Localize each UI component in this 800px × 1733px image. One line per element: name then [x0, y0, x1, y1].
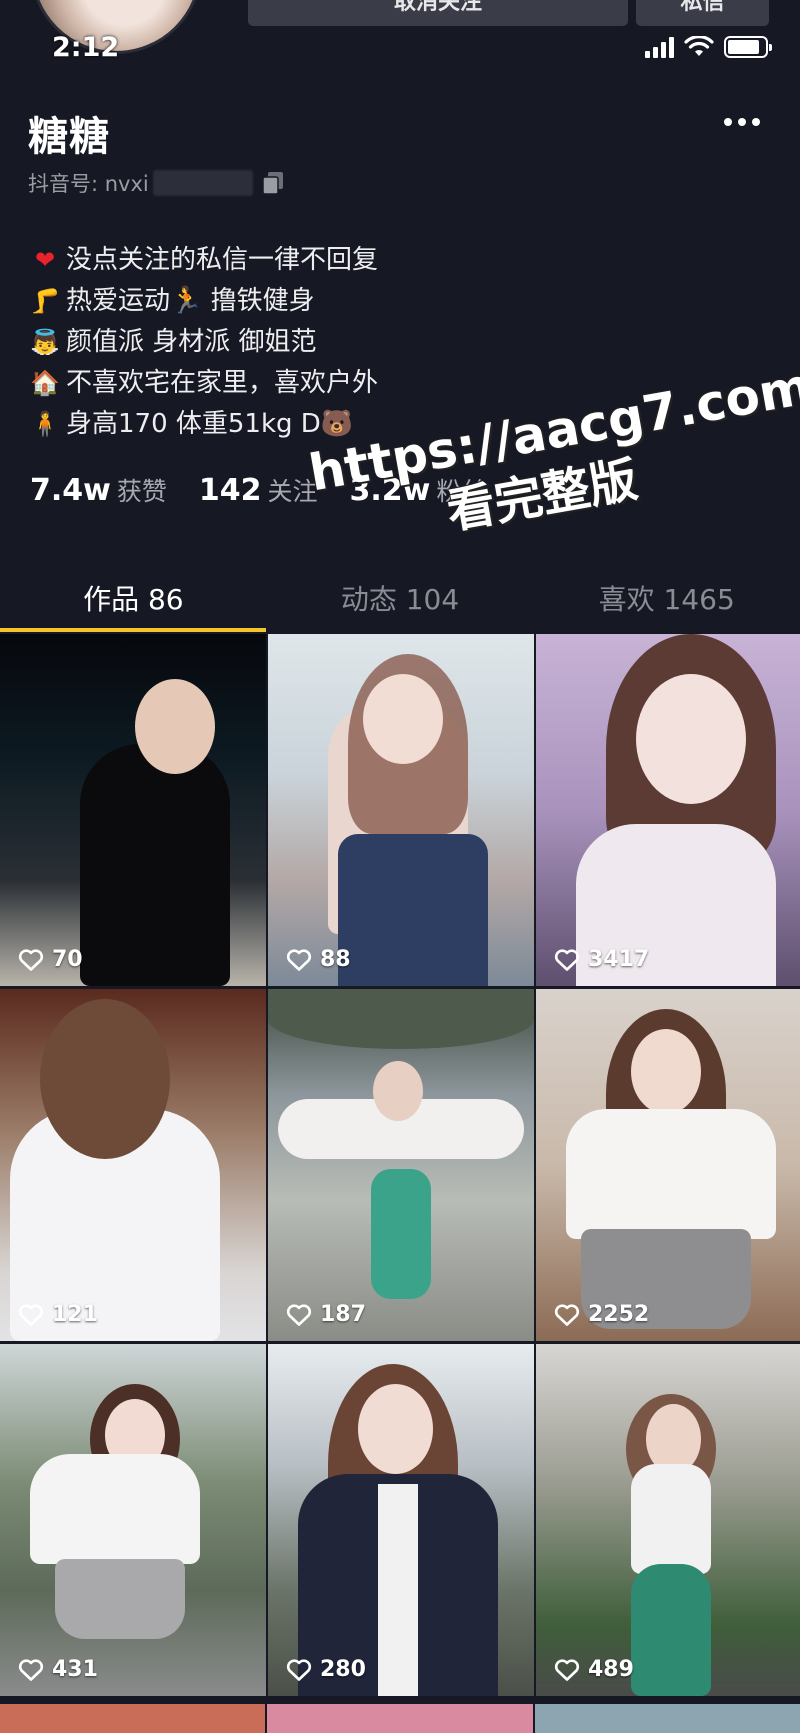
- like-count-row: 280: [286, 1657, 366, 1682]
- like-count: 187: [320, 1302, 366, 1327]
- stat-value: 142: [198, 473, 262, 508]
- heart-outline-icon: [554, 1658, 580, 1681]
- video-thumbnail-partial[interactable]: [267, 1704, 533, 1733]
- like-count-row: 2252: [554, 1302, 649, 1327]
- stat-likes[interactable]: 7.4w 获赞: [30, 472, 167, 508]
- video-thumbnail[interactable]: 2252: [536, 989, 800, 1341]
- bio-text: 不喜欢宅在家里，喜欢户外: [66, 368, 379, 398]
- video-thumbnail[interactable]: 187: [268, 989, 534, 1341]
- like-count-row: 489: [554, 1657, 634, 1682]
- stat-label: 粉丝: [436, 477, 487, 506]
- tab-works[interactable]: 作品 86: [0, 570, 267, 630]
- tab-likes[interactable]: 喜欢 1465: [533, 570, 800, 630]
- bio-text: 热爱运动🏃 撸铁健身: [66, 286, 315, 316]
- stat-value: 7.4w: [30, 473, 111, 508]
- message-button[interactable]: 私信: [636, 0, 769, 26]
- video-thumbnail[interactable]: 3417: [536, 634, 800, 986]
- like-count: 88: [320, 947, 351, 972]
- video-thumbnail[interactable]: 70: [0, 634, 266, 986]
- bio-line: 👼 颜值派 身材派 御姐范: [30, 322, 378, 363]
- battery-icon: [724, 36, 772, 58]
- profile-tabs: 作品 86 动态 104 喜欢 1465: [0, 570, 800, 630]
- status-time: 2:12: [52, 32, 120, 63]
- like-count-row: 431: [18, 1657, 98, 1682]
- like-count-row: 88: [286, 947, 351, 972]
- bio: ❤ 没点关注的私信一律不回复 🦵 热爱运动🏃 撸铁健身 👼 颜值派 身材派 御姐…: [30, 240, 378, 445]
- status-icons: [645, 36, 772, 58]
- signal-icon: [645, 36, 674, 58]
- heart-outline-icon: [554, 948, 580, 971]
- wifi-icon: [684, 36, 714, 56]
- video-thumbnail-partial[interactable]: [0, 1704, 266, 1733]
- video-thumbnail-partial[interactable]: [534, 1704, 800, 1733]
- heart-outline-icon: [286, 1303, 312, 1326]
- tab-indicator: [0, 628, 266, 632]
- heart-outline-icon: [18, 1303, 44, 1326]
- heart-outline-icon: [18, 1658, 44, 1681]
- like-count: 70: [52, 947, 83, 972]
- like-count: 431: [52, 1657, 98, 1682]
- bio-line: 🦵 热爱运动🏃 撸铁健身: [30, 281, 378, 322]
- like-count-row: 70: [18, 947, 83, 972]
- bio-text: 身高170 体重51kg D🐻: [66, 409, 354, 439]
- id-redaction: [152, 170, 253, 196]
- video-grid: 70 88 3417 121 187 2252 431 280 489: [0, 634, 800, 1696]
- house-emoji-icon: 🏠: [30, 369, 60, 397]
- profile-stats: 7.4w 获赞 142 关注 3.2w 粉丝: [30, 472, 486, 508]
- angel-emoji-icon: 👼: [30, 328, 60, 356]
- like-count: 2252: [588, 1302, 650, 1327]
- like-count: 489: [588, 1657, 634, 1682]
- heart-outline-icon: [286, 1658, 312, 1681]
- video-thumbnail[interactable]: 121: [0, 989, 266, 1341]
- more-options-icon[interactable]: [724, 118, 760, 126]
- next-row-thumbnails: [0, 1704, 800, 1733]
- like-count-row: 187: [286, 1302, 366, 1327]
- douyin-id: 抖音号: nvxi: [28, 168, 285, 198]
- bio-line: 🏠 不喜欢宅在家里，喜欢户外: [30, 363, 378, 404]
- bio-text: 没点关注的私信一律不回复: [66, 245, 379, 275]
- heart-outline-icon: [18, 948, 44, 971]
- video-thumbnail[interactable]: 280: [268, 1344, 534, 1696]
- unfollow-button[interactable]: 取消关注: [248, 0, 628, 26]
- heart-emoji-icon: ❤: [34, 246, 56, 274]
- like-count: 3417: [588, 947, 650, 972]
- like-count: 280: [320, 1657, 366, 1682]
- like-count-row: 121: [18, 1302, 98, 1327]
- video-thumbnail[interactable]: 88: [268, 634, 534, 986]
- stat-label: 关注: [267, 477, 318, 506]
- stat-following[interactable]: 142 关注: [199, 472, 318, 508]
- video-thumbnail[interactable]: 431: [0, 1344, 266, 1696]
- bio-line: 🧍 身高170 体重51kg D🐻: [30, 404, 378, 445]
- bio-text: 颜值派 身材派 御姐范: [66, 327, 317, 357]
- person-emoji-icon: 🧍: [30, 410, 60, 438]
- username: 糖糖: [28, 114, 110, 160]
- heart-outline-icon: [286, 948, 312, 971]
- copy-icon[interactable]: [261, 170, 285, 196]
- heart-outline-icon: [554, 1303, 580, 1326]
- bio-line: ❤ 没点关注的私信一律不回复: [30, 240, 378, 281]
- stat-value: 3.2w: [349, 473, 431, 508]
- leg-emoji-icon: 🦵: [30, 287, 60, 315]
- like-count-row: 3417: [554, 947, 649, 972]
- douyin-id-label: 抖音号: nvxi: [28, 172, 149, 196]
- tab-activity[interactable]: 动态 104: [267, 570, 534, 630]
- like-count: 121: [52, 1302, 98, 1327]
- stat-label: 获赞: [116, 477, 167, 506]
- video-thumbnail[interactable]: 489: [536, 1344, 800, 1696]
- stat-followers[interactable]: 3.2w 粉丝: [350, 472, 487, 508]
